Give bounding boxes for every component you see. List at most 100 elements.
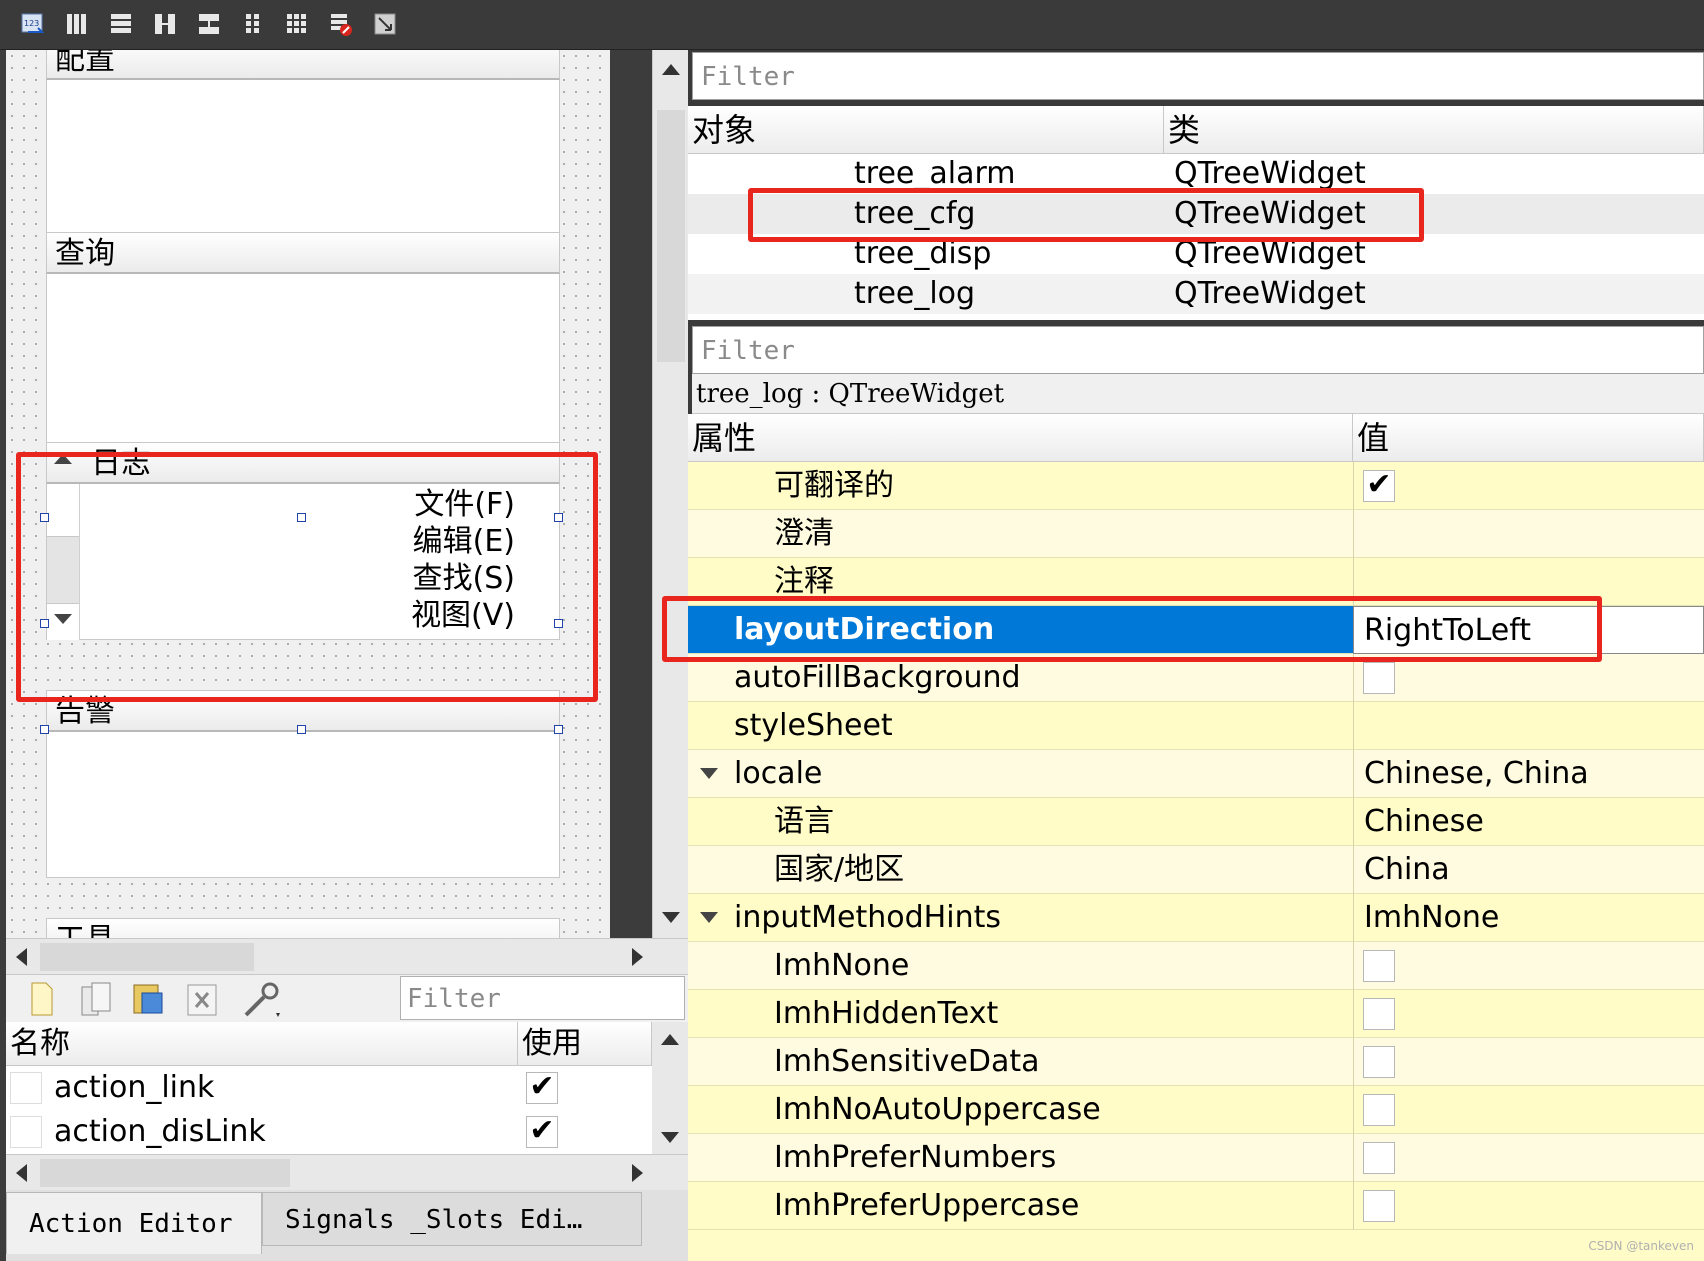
- scroll-right-arrow-icon[interactable]: [632, 1164, 643, 1182]
- configure-action-icon[interactable]: [240, 979, 284, 1023]
- property-row[interactable]: ImhPreferNumbers: [688, 1134, 1704, 1182]
- property-checkbox[interactable]: [1363, 662, 1395, 694]
- scroll-thumb[interactable]: [40, 943, 254, 971]
- column-header-object[interactable]: 对象: [688, 106, 1164, 154]
- selection-handle[interactable]: [40, 725, 49, 734]
- editor-tab-bar: Action Editor Signals _Slots Edi…: [6, 1190, 688, 1261]
- action-icon-placeholder: [10, 1116, 42, 1148]
- action-table: 名称 使用 action_link ✔ action_disLink ✔: [6, 1022, 652, 1154]
- delete-action-icon[interactable]: [186, 983, 218, 1021]
- property-row[interactable]: inputMethodHints ImhNone: [688, 894, 1704, 942]
- copy-action-icon[interactable]: [78, 981, 118, 1021]
- column-header-property[interactable]: 属性: [688, 414, 1353, 462]
- action-filter-input[interactable]: Filter: [400, 976, 685, 1020]
- lay-out-horizontal-splitter-icon[interactable]: [150, 10, 180, 38]
- paste-action-icon[interactable]: [130, 981, 166, 1021]
- selection-handle[interactable]: [297, 725, 306, 734]
- property-row[interactable]: ImhNoAutoUppercase: [688, 1086, 1704, 1134]
- property-row[interactable]: ImhPreferUppercase: [688, 1182, 1704, 1230]
- object-class: QTreeWidget: [1174, 276, 1366, 311]
- lay-out-grid-icon[interactable]: [282, 10, 312, 38]
- tab-action-editor[interactable]: Action Editor: [6, 1192, 262, 1254]
- adjust-size-icon[interactable]: [370, 10, 400, 38]
- table-row[interactable]: action_disLink ✔: [6, 1110, 652, 1154]
- property-checkbox[interactable]: ✔: [1363, 470, 1395, 502]
- property-value[interactable]: [1353, 510, 1704, 558]
- property-row[interactable]: ImhSensitiveData: [688, 1038, 1704, 1086]
- selection-handle[interactable]: [554, 725, 563, 734]
- scroll-down-arrow-icon[interactable]: [662, 912, 680, 923]
- property-checkbox[interactable]: [1363, 998, 1395, 1030]
- scroll-left-arrow-icon[interactable]: [16, 1164, 27, 1182]
- property-checkbox[interactable]: [1363, 1190, 1395, 1222]
- property-row[interactable]: ImhHiddenText: [688, 990, 1704, 1038]
- property-value[interactable]: [1353, 702, 1704, 750]
- canvas-vertical-scrollbar[interactable]: [652, 50, 688, 938]
- action-horizontal-scrollbar[interactable]: [6, 1154, 688, 1190]
- group-alarm-tree[interactable]: [46, 732, 560, 878]
- property-filter-input[interactable]: Filter: [692, 326, 1704, 374]
- new-action-icon[interactable]: [26, 981, 56, 1021]
- property-value[interactable]: ImhNone: [1353, 894, 1704, 942]
- property-row[interactable]: locale Chinese, China: [688, 750, 1704, 798]
- group-query-tree[interactable]: [46, 274, 560, 446]
- property-checkbox[interactable]: [1363, 1094, 1395, 1126]
- scroll-down-arrow-icon[interactable]: [661, 1132, 679, 1143]
- property-row[interactable]: ImhNone: [688, 942, 1704, 990]
- scroll-left-arrow-icon[interactable]: [16, 948, 27, 966]
- scroll-thumb[interactable]: [657, 110, 685, 362]
- property-value-cell: [1353, 942, 1704, 990]
- property-name: ImhPreferUppercase: [774, 1188, 1080, 1223]
- action-name: action_disLink: [54, 1114, 266, 1149]
- property-name: styleSheet: [734, 708, 893, 743]
- scroll-up-arrow-icon[interactable]: [662, 64, 680, 75]
- property-name: ImhNoAutoUppercase: [774, 1092, 1101, 1127]
- column-header-value[interactable]: 值: [1353, 414, 1704, 462]
- property-row[interactable]: styleSheet: [688, 702, 1704, 750]
- action-used-checkbox[interactable]: ✔: [526, 1116, 558, 1148]
- property-value[interactable]: Chinese: [1353, 798, 1704, 846]
- scroll-thumb[interactable]: [40, 1159, 290, 1187]
- property-value[interactable]: China: [1353, 846, 1704, 894]
- property-row[interactable]: 可翻译的 ✔: [688, 462, 1704, 510]
- highlight-box-layout-direction: [662, 596, 1602, 662]
- svg-text:123: 123: [24, 19, 39, 28]
- lay-out-horizontally-icon[interactable]: [62, 10, 92, 38]
- column-header-class[interactable]: 类: [1164, 106, 1704, 154]
- object-filter-input[interactable]: Filter: [692, 52, 1704, 100]
- action-icon-placeholder: [10, 1072, 42, 1104]
- column-header-name[interactable]: 名称: [6, 1022, 518, 1066]
- lay-out-vertical-splitter-icon[interactable]: [194, 10, 224, 38]
- watermark: CSDN @tankeven: [1588, 1239, 1694, 1253]
- scroll-up-arrow-icon[interactable]: [661, 1034, 679, 1045]
- group-config-tree[interactable]: [46, 80, 560, 248]
- expand-arrow-icon[interactable]: [700, 768, 718, 779]
- property-row[interactable]: 澄清: [688, 510, 1704, 558]
- table-row[interactable]: action_link ✔: [6, 1066, 652, 1110]
- action-used-checkbox[interactable]: ✔: [526, 1072, 558, 1104]
- edit-tab-order-icon[interactable]: 123: [18, 10, 48, 38]
- tab-signals-slots-editor[interactable]: Signals _Slots Edi…: [262, 1192, 642, 1246]
- property-row[interactable]: 语言 Chinese: [688, 798, 1704, 846]
- property-name: ImhPreferNumbers: [774, 1140, 1057, 1175]
- highlight-box-tree-cfg: [748, 188, 1424, 242]
- scroll-right-arrow-icon[interactable]: [632, 948, 643, 966]
- group-config-title: 配置: [46, 50, 560, 80]
- property-name: 语言: [774, 804, 834, 839]
- property-row[interactable]: 国家/地区 China: [688, 846, 1704, 894]
- expand-arrow-icon[interactable]: [700, 912, 718, 923]
- property-checkbox[interactable]: [1363, 1046, 1395, 1078]
- property-checkbox[interactable]: [1363, 950, 1395, 982]
- canvas-horizontal-scrollbar[interactable]: [6, 938, 688, 974]
- property-value-cell: [1353, 462, 1704, 510]
- property-checkbox[interactable]: [1363, 1142, 1395, 1174]
- object-row[interactable]: tree_log QTreeWidget: [688, 274, 1704, 314]
- action-vertical-scrollbar[interactable]: [652, 1022, 688, 1154]
- property-name: 国家/地区: [774, 852, 905, 887]
- group-query-title: 查询: [46, 232, 560, 274]
- column-header-used[interactable]: 使用: [518, 1022, 652, 1066]
- property-value[interactable]: Chinese, China: [1353, 750, 1704, 798]
- lay-out-form-icon[interactable]: [238, 10, 268, 38]
- break-layout-icon[interactable]: [326, 10, 356, 38]
- lay-out-vertically-icon[interactable]: [106, 10, 136, 38]
